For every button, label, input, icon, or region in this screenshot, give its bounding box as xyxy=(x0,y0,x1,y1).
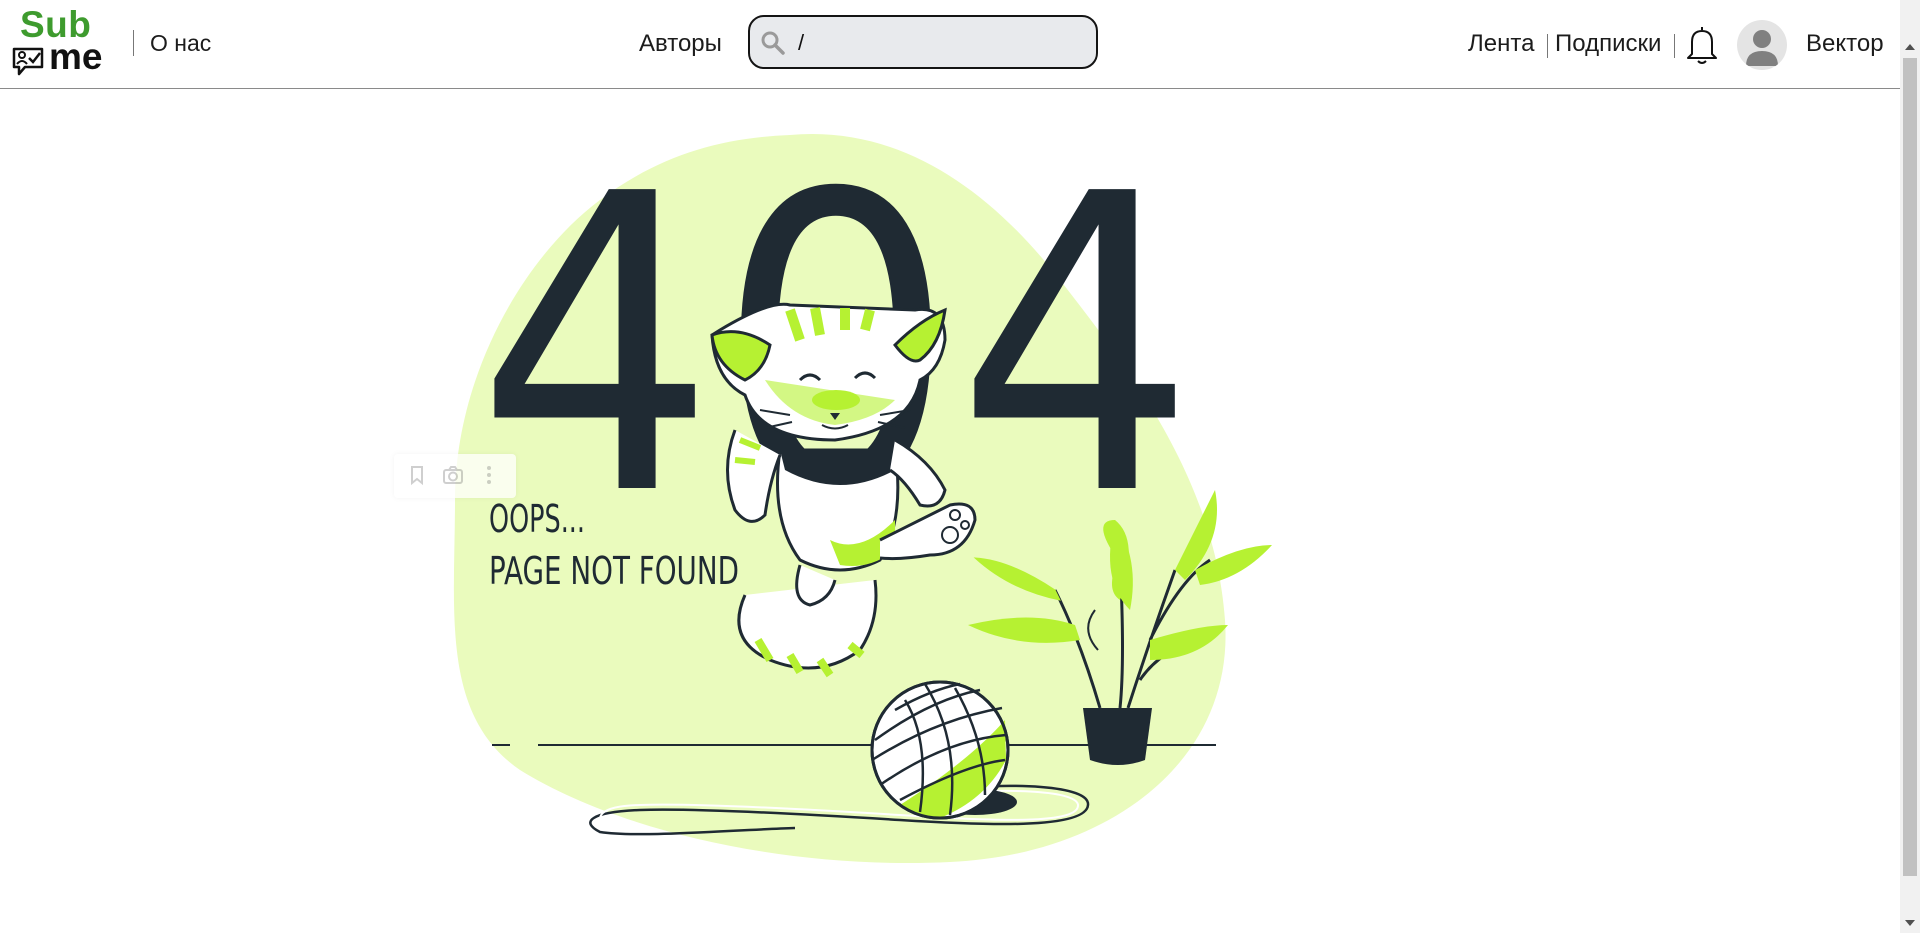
vertical-scrollbar[interactable] xyxy=(1900,0,1920,933)
yarn-ball xyxy=(870,680,1010,820)
page-not-found-text: PAGE NOT FOUND xyxy=(489,549,739,593)
scroll-down-arrow-icon[interactable] xyxy=(1905,920,1915,926)
bookmark-icon[interactable] xyxy=(406,464,428,486)
oops-text: OOPS... xyxy=(489,497,585,541)
more-icon[interactable] xyxy=(478,464,500,486)
camera-icon[interactable] xyxy=(442,464,464,486)
scroll-up-arrow-icon[interactable] xyxy=(1905,44,1915,50)
image-hover-toolbar xyxy=(394,454,516,498)
not-found-illustration: 404 OOPS... PAGE NOT FOUND xyxy=(453,107,1272,864)
scrollbar-thumb[interactable] xyxy=(1903,58,1917,876)
